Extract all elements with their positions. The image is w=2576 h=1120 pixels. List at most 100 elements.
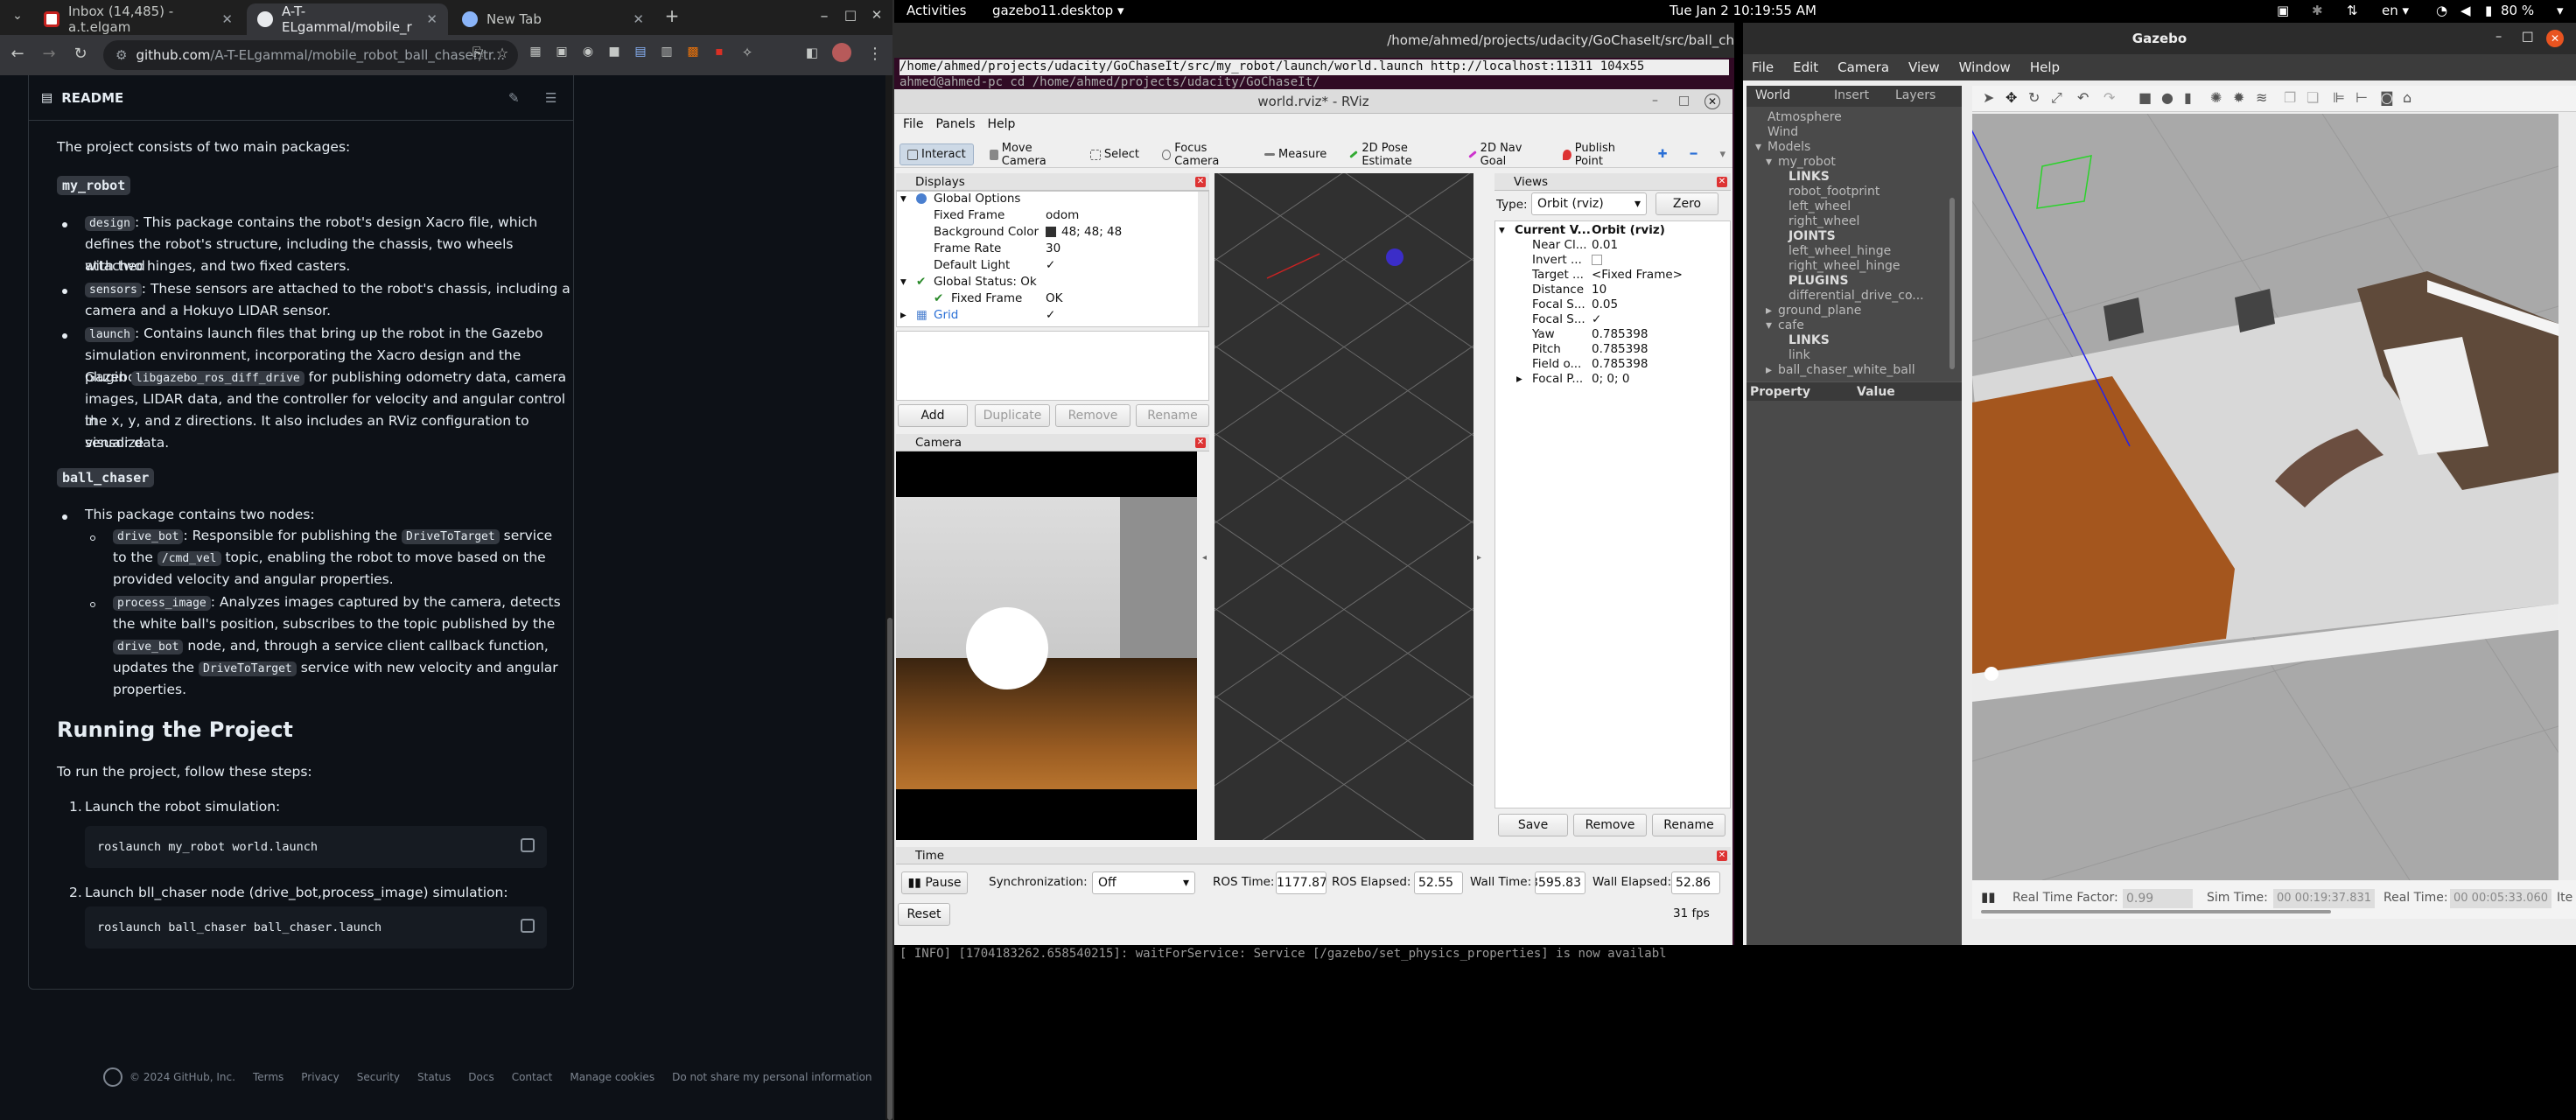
extension-icon[interactable]: ▪ [709, 45, 730, 59]
tool-2d-pose[interactable]: 2D Pose Estimate [1342, 138, 1452, 172]
sync-select[interactable]: Off ▾ [1092, 872, 1195, 894]
expand-arrow-icon[interactable]: ▾ [1499, 223, 1505, 237]
grid-label[interactable]: Grid [934, 308, 958, 322]
distance-value[interactable]: 10 [1592, 283, 1606, 297]
directional-light-icon[interactable]: ≋ [2256, 89, 2267, 106]
tree-item[interactable]: LINKS [1776, 333, 1830, 347]
close-panel-icon[interactable]: ✕ [1717, 850, 1727, 861]
extension-icon[interactable]: ▣ [551, 45, 572, 59]
new-tab-button[interactable]: + [662, 5, 682, 26]
expand-arrow-icon[interactable]: ▸ [1766, 304, 1778, 318]
volume-icon[interactable]: ◀ [2460, 3, 2471, 18]
expand-arrow-icon[interactable]: ▾ [900, 192, 906, 206]
tab-layers[interactable]: Layers [1895, 88, 1936, 102]
footer-link-security[interactable]: Security [357, 1071, 400, 1083]
pause-icon[interactable]: ▮▮ [1981, 889, 1996, 905]
avatar[interactable] [831, 43, 852, 66]
tool-focus-camera[interactable]: Focus Camera [1155, 138, 1249, 172]
near-clip-value[interactable]: 0.01 [1592, 238, 1618, 252]
bookmark-star-icon[interactable]: ☆ [492, 45, 513, 61]
close-icon[interactable]: ✕ [221, 11, 233, 27]
tree-item[interactable]: LINKS [1776, 170, 1830, 184]
paste-icon[interactable]: ❏ [2306, 89, 2319, 106]
menu-help[interactable]: Help [988, 114, 1016, 135]
remove-view-button[interactable]: Remove [1573, 814, 1647, 836]
splitter-handle[interactable]: ▸ [1477, 553, 1481, 563]
view-type-select[interactable]: Orbit (rviz) ▾ [1531, 192, 1647, 215]
close-panel-icon[interactable]: ✕ [1717, 177, 1727, 187]
footer-link-donotshare[interactable]: Do not share my personal information [672, 1071, 872, 1083]
duplicate-button[interactable]: Duplicate [975, 404, 1050, 427]
menu-icon[interactable]: ⋮ [864, 45, 886, 63]
tree-item[interactable]: ▾ Models [1755, 140, 1810, 154]
target-value[interactable]: <Fixed Frame> [1592, 268, 1683, 282]
add-display-button[interactable]: Add [898, 404, 968, 427]
field-value[interactable]: 0.785398 [1592, 357, 1648, 371]
color-swatch[interactable] [1046, 227, 1056, 237]
tree-item[interactable]: ▾ my_robot [1766, 155, 1836, 169]
close-icon[interactable]: ✕ [633, 11, 644, 27]
displays-scrollbar[interactable] [1198, 192, 1208, 326]
minimize-button[interactable]: – [1652, 94, 1658, 108]
undo-icon[interactable]: ↶ [2077, 89, 2089, 106]
rename-display-button[interactable]: Rename [1136, 404, 1209, 427]
tree-item[interactable]: PLUGINS [1776, 274, 1849, 288]
battery-icon[interactable]: ▮ [2485, 3, 2492, 18]
expand-arrow-icon[interactable]: ▾ [1755, 140, 1768, 154]
maximize-button[interactable]: □ [840, 7, 861, 23]
wall-time-field[interactable]: 3595.83 [1535, 872, 1586, 894]
tray-icon[interactable]: ▣ [2277, 3, 2289, 18]
tree-item[interactable]: Atmosphere [1755, 110, 1842, 124]
close-panel-icon[interactable]: ✕ [1195, 438, 1206, 448]
expand-arrow-icon[interactable]: ▸ [900, 308, 906, 322]
tool-move-camera[interactable]: Move Camera [983, 138, 1074, 172]
box-shape-icon[interactable]: ■ [2138, 89, 2152, 106]
footer-link-privacy[interactable]: Privacy [301, 1071, 339, 1083]
forward-icon[interactable]: → [38, 45, 60, 63]
menu-file[interactable]: File [903, 114, 923, 135]
tab-insert[interactable]: Insert [1834, 88, 1869, 102]
tree-item[interactable]: differential_drive_co... [1776, 289, 1924, 303]
point-light-icon[interactable]: ✺ [2210, 89, 2222, 106]
record-icon[interactable]: ⌂ [2403, 89, 2412, 106]
clock[interactable]: Tue Jan 2 10:19:55 AM [1670, 3, 1816, 18]
maximize-button[interactable]: □ [2522, 30, 2534, 44]
tree-item[interactable]: right_wheel [1776, 214, 1859, 228]
footer-link-docs[interactable]: Docs [468, 1071, 494, 1083]
cylinder-shape-icon[interactable]: ▮ [2184, 89, 2192, 106]
tool-interact[interactable]: Interact [900, 144, 974, 165]
add-tool-icon[interactable]: ✚ [1651, 144, 1675, 164]
yaw-value[interactable]: 0.785398 [1592, 327, 1648, 341]
edit-pencil-icon[interactable]: ✎ [508, 90, 520, 106]
screenshot-icon[interactable]: ◙ [2380, 89, 2394, 106]
back-icon[interactable]: ← [7, 45, 28, 63]
spot-light-icon[interactable]: ✹ [2233, 89, 2244, 106]
remove-tool-icon[interactable]: ━ [1684, 144, 1704, 164]
menu-window[interactable]: Window [1959, 54, 2011, 80]
scrollbar-thumb[interactable] [887, 618, 892, 1120]
ros-elapsed-field[interactable]: 52.55 [1414, 872, 1463, 894]
reload-icon[interactable]: ↻ [70, 45, 91, 63]
copy-icon[interactable] [521, 919, 535, 933]
extension-icon[interactable]: ▥ [656, 45, 677, 59]
status-scrollbar[interactable] [1981, 910, 2331, 914]
close-window-button[interactable]: ✕ [1704, 94, 1720, 109]
menu-panels[interactable]: Panels [935, 114, 975, 135]
tool-measure[interactable]: Measure [1257, 144, 1334, 164]
tab-search-icon[interactable]: ⌄ [7, 9, 28, 23]
tab-world[interactable]: World [1755, 88, 1790, 102]
align-icon[interactable]: ⊫ [2333, 89, 2345, 106]
copy-icon[interactable] [521, 838, 535, 852]
bg-color-value[interactable]: 48; 48; 48 [1061, 225, 1122, 239]
close-window-button[interactable]: ✕ [866, 7, 887, 23]
system-menu-icon[interactable]: ▾ [2557, 3, 2564, 18]
grid-checkbox[interactable]: ✓ [1046, 308, 1055, 322]
save-view-button[interactable]: Save [1498, 814, 1568, 836]
default-light-checkbox[interactable]: ✓ [1046, 258, 1055, 272]
wifi-icon[interactable]: ◔ [2436, 3, 2447, 18]
tree-item[interactable]: robot_footprint [1776, 185, 1880, 199]
tab-github[interactable]: A-T-ELgammal/mobile_r ✕ [247, 4, 448, 35]
menu-view[interactable]: View [1908, 54, 1940, 80]
network-icon[interactable]: ⇅ [2347, 3, 2358, 18]
tree-item[interactable]: JOINTS [1776, 229, 1836, 243]
